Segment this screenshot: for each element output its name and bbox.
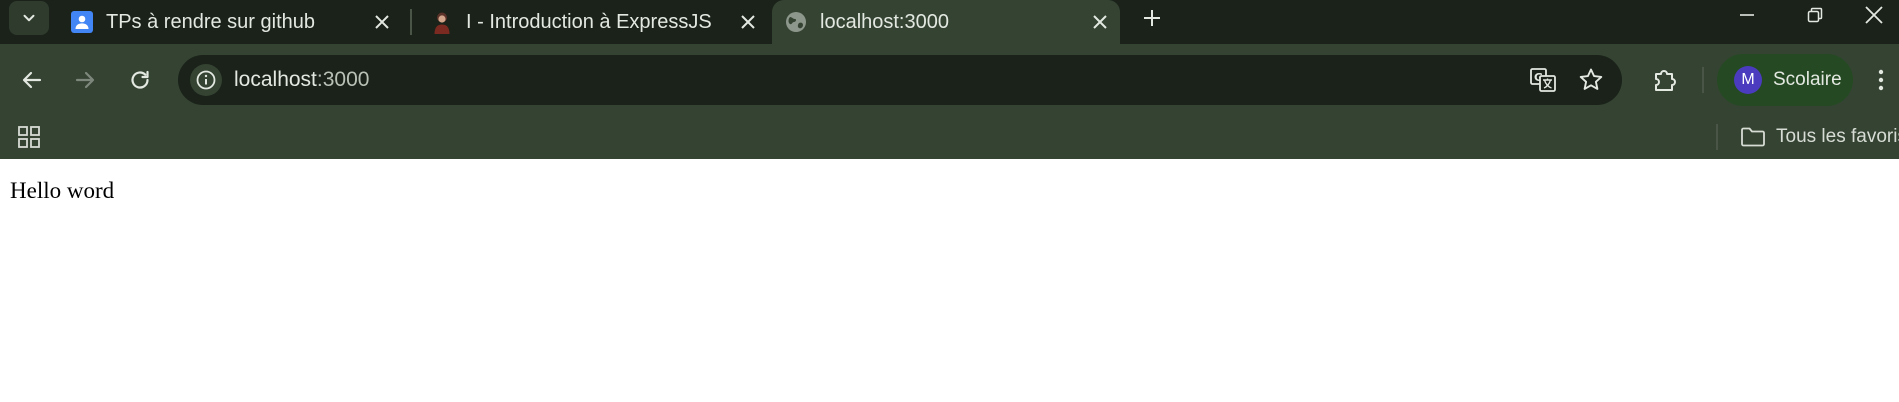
back-button[interactable] xyxy=(12,60,52,100)
minimize-icon xyxy=(1739,7,1755,23)
close-tab-icon[interactable] xyxy=(370,10,394,34)
tab-title: I - Introduction à ExpressJS xyxy=(466,10,712,33)
apps-grid-icon xyxy=(17,125,41,149)
all-bookmarks-label: Tous les favoris xyxy=(1776,126,1899,147)
classroom-icon xyxy=(70,10,94,34)
star-icon xyxy=(1578,67,1604,93)
minimize-button[interactable] xyxy=(1722,0,1772,30)
restore-button[interactable] xyxy=(1790,0,1840,30)
browser-menu-button[interactable] xyxy=(1866,60,1896,100)
reload-icon xyxy=(128,68,152,92)
tab-expressjs[interactable]: I - Introduction à ExpressJS xyxy=(420,0,768,44)
info-icon xyxy=(195,69,217,91)
tab-tps-github[interactable]: TPs à rendre sur github xyxy=(66,0,402,44)
tab-strip: TPs à rendre sur github I - Introduction… xyxy=(0,0,1899,44)
tab-title: TPs à rendre sur github xyxy=(106,10,315,33)
tab-divider xyxy=(410,9,412,35)
restore-icon xyxy=(1807,7,1823,23)
bookmark-star-button[interactable] xyxy=(1573,62,1609,98)
translate-button[interactable]: G xyxy=(1525,62,1561,98)
tab-search-button[interactable] xyxy=(9,1,49,35)
globe-icon xyxy=(784,10,808,34)
plus-icon xyxy=(1143,9,1161,27)
tab-title: localhost:3000 xyxy=(820,10,949,33)
url-text[interactable]: localhost:3000 xyxy=(234,55,369,105)
extensions-button[interactable] xyxy=(1645,60,1685,100)
close-tab-icon[interactable] xyxy=(1088,10,1112,34)
arrow-left-icon xyxy=(20,68,44,92)
close-window-button[interactable] xyxy=(1849,0,1899,30)
avatar: M xyxy=(1734,66,1762,94)
all-bookmarks-button[interactable]: Tous les favoris xyxy=(1740,120,1899,154)
arrow-right-icon xyxy=(73,68,97,92)
page-body-text: Hello word xyxy=(10,178,115,203)
browser-toolbar: localhost:3000 G M Scolaire Tous les fav… xyxy=(0,44,1899,159)
chevron-down-icon xyxy=(20,9,38,27)
close-tab-icon[interactable] xyxy=(736,10,760,34)
profile-button[interactable]: M Scolaire xyxy=(1717,54,1853,106)
reload-button[interactable] xyxy=(120,60,160,100)
apps-button[interactable] xyxy=(14,122,44,152)
address-bar[interactable]: localhost:3000 G xyxy=(178,55,1622,105)
site-info-button[interactable] xyxy=(190,64,222,96)
url-host: localhost xyxy=(234,68,317,91)
url-port: :3000 xyxy=(316,68,370,91)
toolbar-divider xyxy=(1702,67,1704,93)
more-vert-icon xyxy=(1877,68,1885,92)
profile-name: Scolaire xyxy=(1773,69,1842,90)
close-icon xyxy=(1865,6,1883,24)
new-tab-button[interactable] xyxy=(1136,2,1168,34)
translate-icon: G xyxy=(1529,66,1557,94)
puzzle-icon xyxy=(1651,66,1679,94)
forward-button[interactable] xyxy=(65,60,105,100)
page-viewport: Hello word xyxy=(0,159,1899,402)
folder-icon xyxy=(1740,126,1766,148)
avatar-favicon xyxy=(430,10,454,34)
bookmarks-divider xyxy=(1716,124,1718,150)
tab-localhost[interactable]: localhost:3000 xyxy=(772,0,1120,44)
